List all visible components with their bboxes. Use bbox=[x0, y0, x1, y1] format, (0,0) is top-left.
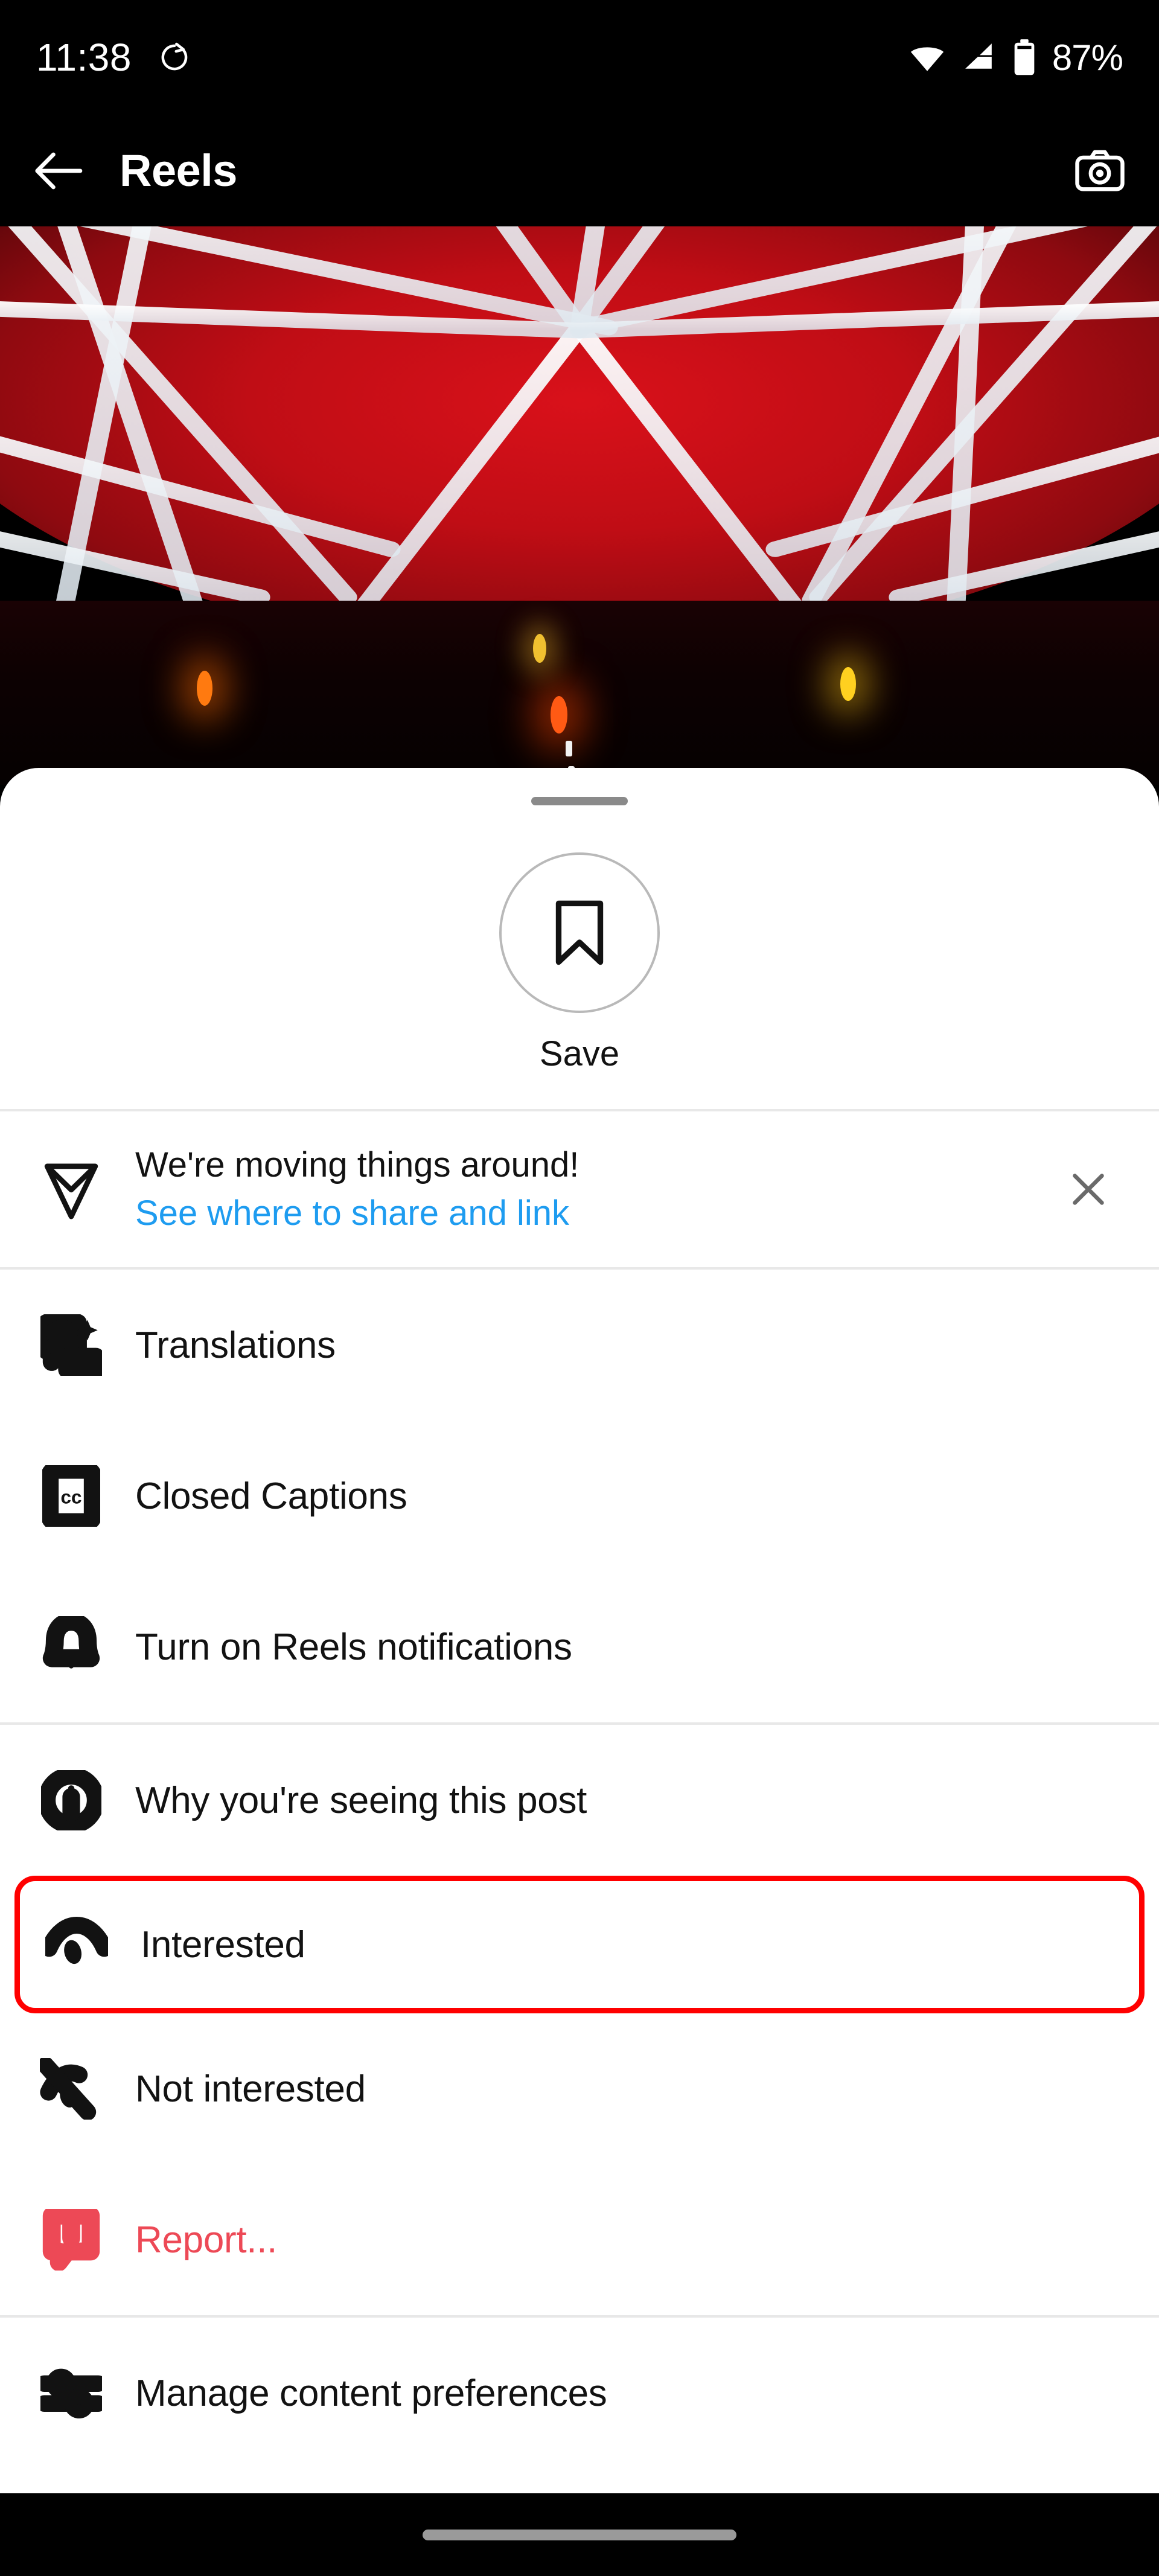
eye-icon bbox=[40, 1916, 113, 1974]
ceiling-beams bbox=[0, 226, 1159, 617]
app-bar: Reels bbox=[0, 115, 1159, 226]
info-circle-icon bbox=[35, 1770, 107, 1831]
phone-screen: 11:38 87% Reels Save We're moving things… bbox=[0, 0, 1159, 2576]
menu-item-translations[interactable]: Translations bbox=[0, 1270, 1159, 1421]
battery-icon bbox=[1012, 39, 1036, 76]
arena-ceiling bbox=[0, 226, 1159, 651]
home-gesture-pill[interactable] bbox=[423, 2529, 736, 2540]
menu-item-label: Report... bbox=[135, 2219, 278, 2261]
report-warning-icon bbox=[35, 2209, 107, 2271]
closed-captions-icon: cc bbox=[35, 1465, 107, 1527]
banner-title: We're moving things around! bbox=[135, 1145, 580, 1184]
translate-icon bbox=[35, 1314, 107, 1376]
menu-item-report[interactable]: Report... bbox=[0, 2164, 1159, 2315]
status-bar-right: 87% bbox=[908, 37, 1123, 78]
menu-item-label: Why you're seeing this post bbox=[135, 1779, 587, 1821]
camera-icon[interactable] bbox=[1074, 149, 1125, 193]
stage-lamp bbox=[840, 666, 856, 701]
eye-off-icon bbox=[35, 2058, 107, 2120]
wifi-icon bbox=[908, 42, 946, 73]
menu-item-label: Interested bbox=[141, 1923, 305, 1966]
options-bottom-sheet: Save We're moving things around! See whe… bbox=[0, 768, 1159, 2537]
send-paper-plane-icon bbox=[35, 1158, 107, 1221]
cellular-signal-icon bbox=[962, 42, 997, 73]
close-icon[interactable] bbox=[1055, 1168, 1122, 1210]
status-bar-left: 11:38 bbox=[36, 35, 191, 80]
menu-item-closed-captions[interactable]: cc Closed Captions bbox=[0, 1421, 1159, 1571]
menu-item-not-interested[interactable]: Not interested bbox=[0, 2013, 1159, 2164]
banner-link[interactable]: See where to share and link bbox=[135, 1194, 1027, 1233]
drag-handle[interactable] bbox=[531, 797, 628, 805]
menu-item-label: Manage content preferences bbox=[135, 2372, 607, 2414]
battery-percentage: 87% bbox=[1052, 37, 1123, 78]
bell-icon bbox=[35, 1616, 107, 1678]
menu-item-label: Not interested bbox=[135, 2068, 366, 2110]
save-button[interactable] bbox=[499, 852, 660, 1013]
bookmark-icon bbox=[548, 899, 611, 967]
menu-item-manage-content-preferences[interactable]: Manage content preferences bbox=[0, 2318, 1159, 2469]
save-label: Save bbox=[539, 1034, 620, 1073]
system-navigation-bar bbox=[0, 2493, 1159, 2576]
status-bar: 11:38 87% bbox=[0, 0, 1159, 115]
stage-lamp bbox=[533, 633, 547, 663]
banner-text: We're moving things around! See where to… bbox=[135, 1145, 1027, 1233]
menu-item-reels-notifications[interactable]: Turn on Reels notifications bbox=[0, 1571, 1159, 1722]
stage-lamp bbox=[551, 696, 567, 734]
menu-item-label: Translations bbox=[135, 1324, 336, 1366]
reel-video[interactable] bbox=[0, 226, 1159, 785]
menu-item-why-seeing-post[interactable]: Why you're seeing this post bbox=[0, 1725, 1159, 1876]
stage-lamp bbox=[565, 740, 572, 756]
moving-things-banner[interactable]: We're moving things around! See where to… bbox=[0, 1111, 1159, 1267]
menu-item-label: Turn on Reels notifications bbox=[135, 1626, 572, 1668]
menu-item-label: Closed Captions bbox=[135, 1475, 407, 1517]
status-time: 11:38 bbox=[36, 36, 132, 79]
stage-lamp bbox=[197, 670, 213, 706]
save-action[interactable]: Save bbox=[0, 805, 1159, 1109]
sliders-icon bbox=[35, 2364, 107, 2422]
menu-item-interested[interactable]: Interested bbox=[14, 1876, 1145, 2014]
rotate-icon bbox=[158, 41, 191, 74]
page-title: Reels bbox=[120, 145, 237, 196]
back-arrow-icon[interactable] bbox=[34, 150, 85, 192]
arena-floor bbox=[0, 600, 1159, 785]
svg-text:cc: cc bbox=[61, 1487, 82, 1508]
